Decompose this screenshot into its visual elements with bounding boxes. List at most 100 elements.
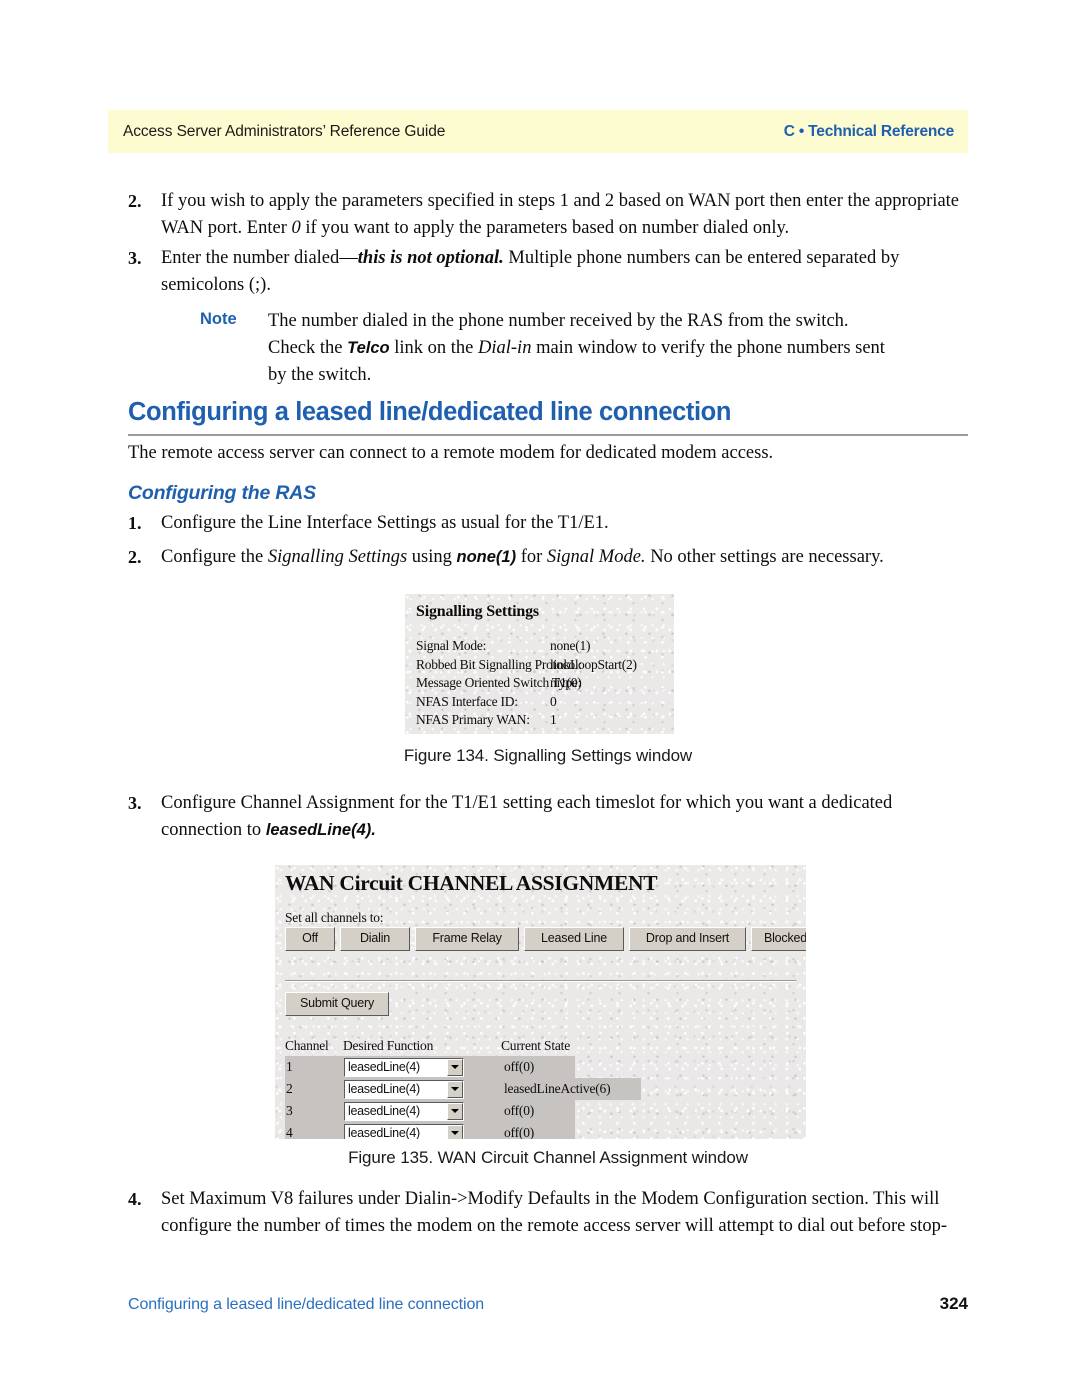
sig-step-italic-signal-mode: Signal Mode. (546, 547, 646, 567)
page-title: Configuring a leased line/dedicated line… (128, 398, 968, 436)
channel-assignment-table: Channel Desired Function Current State 1… (285, 1036, 641, 1139)
set-all-frame-relay-button[interactable]: Frame Relay (415, 927, 519, 951)
chevron-down-icon[interactable] (447, 1102, 463, 1120)
desired-function-select[interactable]: leasedLine(4) (344, 1057, 464, 1077)
setting-row: Message Oriented Switch Type: ni1(0) (416, 674, 668, 693)
chevron-down-icon[interactable] (447, 1058, 463, 1076)
setting-label: NFAS Interface ID: (416, 693, 518, 709)
list-number: 4. (128, 1189, 142, 1209)
step-3-text-italic: this is not optional. (357, 248, 504, 268)
set-all-channels-button-row: Off Dialin Frame Relay Leased Line Drop … (285, 927, 806, 951)
chevron-down-icon[interactable] (447, 1080, 463, 1098)
list-number: 3. (128, 793, 142, 813)
figure-134-caption: Figure 134. Signalling Settings window (403, 746, 693, 765)
sig-step-part1: Configure the (161, 547, 268, 567)
set-all-off-button[interactable]: Off (285, 927, 335, 951)
header-guide-title: Access Server Administrators’ Reference … (123, 122, 446, 140)
setting-row: NFAS Primary WAN: 1 (416, 711, 668, 730)
step-4-text: Set Maximum V8 failures under Dialin->Mo… (161, 1189, 948, 1236)
step-2-text-italic: 0 (291, 218, 301, 238)
column-header-channel: Channel (285, 1038, 329, 1053)
table-row: 2 leasedLine(4) leasedLineActive(6) (285, 1078, 641, 1100)
list-item-ras-step-1: 1. Configure the Line Interface Settings … (128, 510, 968, 537)
footer-section-title: Configuring a leased line/dedicated line… (128, 1296, 485, 1313)
note-label: Note (200, 310, 237, 328)
sig-step-part3: for (516, 547, 547, 567)
set-all-dialin-button[interactable]: Dialin (340, 927, 410, 951)
table-row: 1 leasedLine(4) off(0) (285, 1056, 585, 1078)
sig-step-italic-settings: Signalling Settings (267, 547, 408, 567)
wan-window-title: WAN Circuit CHANNEL ASSIGNMENT (285, 871, 658, 895)
list-item-step-2: 2. If you wish to apply the parameters sp… (128, 188, 968, 242)
desired-function-cell: leasedLine(4) (343, 1100, 501, 1122)
figure-135-caption: Figure 135. WAN Circuit Channel Assignme… (348, 1148, 748, 1167)
header-section-label: C • Technical Reference (783, 122, 954, 140)
setting-row: Signal Mode: none(1) (416, 637, 668, 656)
desired-function-select[interactable]: leasedLine(4) (344, 1123, 464, 1140)
chevron-down-icon[interactable] (447, 1124, 463, 1139)
sig-step-part2: using (407, 547, 457, 567)
list-number: 2. (128, 191, 142, 211)
setting-value: none(1) (550, 638, 591, 653)
channel-number: 1 (285, 1056, 343, 1078)
desired-function-cell: leasedLine(4) (343, 1078, 501, 1100)
setting-label: Robbed Bit Signalling Protocol: (416, 656, 582, 672)
setting-value: linkLoopStart(2) (550, 656, 637, 672)
set-all-leased-line-button[interactable]: Leased Line (524, 927, 624, 951)
setting-value: 1 (550, 712, 557, 728)
running-header: Access Server Administrators’ Reference … (108, 110, 968, 153)
set-all-channels-label: Set all channels to: (285, 910, 384, 925)
note-emphasis-dialin: Dial-in (478, 338, 532, 358)
signalling-settings-list: Signal Mode: none(1) Robbed Bit Signalli… (416, 637, 668, 730)
page-number: 324 (939, 1294, 968, 1313)
submit-query-button[interactable]: Submit Query (285, 992, 389, 1016)
section-subheading: Configuring the RAS (128, 482, 316, 504)
desired-function-value: leasedLine(4) (348, 1081, 420, 1096)
desired-function-value: leasedLine(4) (348, 1059, 420, 1074)
horizontal-divider (285, 980, 796, 982)
current-state-value: off(0) (501, 1122, 575, 1139)
signalling-window-title: Signalling Settings (416, 603, 539, 620)
desired-function-cell: leasedLine(4) (343, 1056, 501, 1078)
channel-number: 2 (285, 1078, 343, 1100)
setting-row: NFAS Interface ID: 0 (416, 693, 668, 712)
table-header-row: Channel Desired Function Current State (285, 1036, 585, 1056)
column-header-desired-function: Desired Function (343, 1038, 434, 1053)
current-state-value: off(0) (501, 1100, 575, 1122)
list-item-step-4: 4. Set Maximum V8 failures under Dialin->… (128, 1186, 968, 1240)
set-all-drop-and-insert-button[interactable]: Drop and Insert (629, 927, 746, 951)
current-state-value: leasedLineActive(6) (501, 1078, 641, 1100)
table-row: 3 leasedLine(4) off(0) (285, 1100, 585, 1122)
setting-value: 0 (550, 693, 557, 709)
wan-channel-assignment-window: WAN Circuit CHANNEL ASSIGNMENT Set all c… (275, 865, 806, 1139)
signalling-settings-window: Signalling Settings Signal Mode: none(1)… (405, 594, 674, 734)
desired-function-value: leasedLine(4) (348, 1103, 420, 1118)
table-row: 4 leasedLine(4) off(0) (285, 1122, 585, 1139)
desired-function-select[interactable]: leasedLine(4) (344, 1079, 464, 1099)
list-item-ras-step-2: 2. Configure the Signalling Settings usin… (128, 544, 968, 571)
desired-function-value: leasedLine(4) (348, 1125, 420, 1140)
channel-number: 3 (285, 1100, 343, 1122)
channel-step-value-leasedline: leasedLine(4). (265, 821, 376, 839)
list-number: 1. (128, 513, 142, 533)
step-3-text-pre: Enter the number dialed— (161, 248, 358, 268)
note-text: The number dialed in the phone number re… (268, 308, 900, 389)
sig-step-value-none: none(1) (456, 548, 517, 566)
setting-label: Signal Mode: (416, 638, 487, 653)
setting-label: NFAS Primary WAN: (416, 712, 530, 728)
set-all-blocked-button[interactable]: Blocked (751, 927, 806, 951)
note-text-part2: link on the (389, 338, 478, 358)
desired-function-select[interactable]: leasedLine(4) (344, 1101, 464, 1121)
list-item-step-3: 3. Enter the number dialed—this is not op… (128, 245, 968, 299)
running-footer: Configuring a leased line/dedicated line… (128, 1294, 968, 1314)
setting-value: ni1(0) (550, 675, 582, 691)
ras-step-1-text: Configure the Line Interface Settings as… (161, 513, 609, 533)
document-page: Access Server Administrators’ Reference … (0, 0, 1080, 1397)
list-number: 2. (128, 547, 142, 567)
note-block: Note The number dialed in the phone numb… (200, 308, 900, 389)
list-item-ras-step-3: 3. Configure Channel Assignment for the T… (128, 790, 968, 844)
step-2-text-post: if you want to apply the parameters base… (300, 218, 790, 238)
channel-number: 4 (285, 1122, 343, 1139)
current-state-value: off(0) (501, 1056, 575, 1078)
sig-step-part4: No other settings are necessary. (645, 547, 884, 567)
